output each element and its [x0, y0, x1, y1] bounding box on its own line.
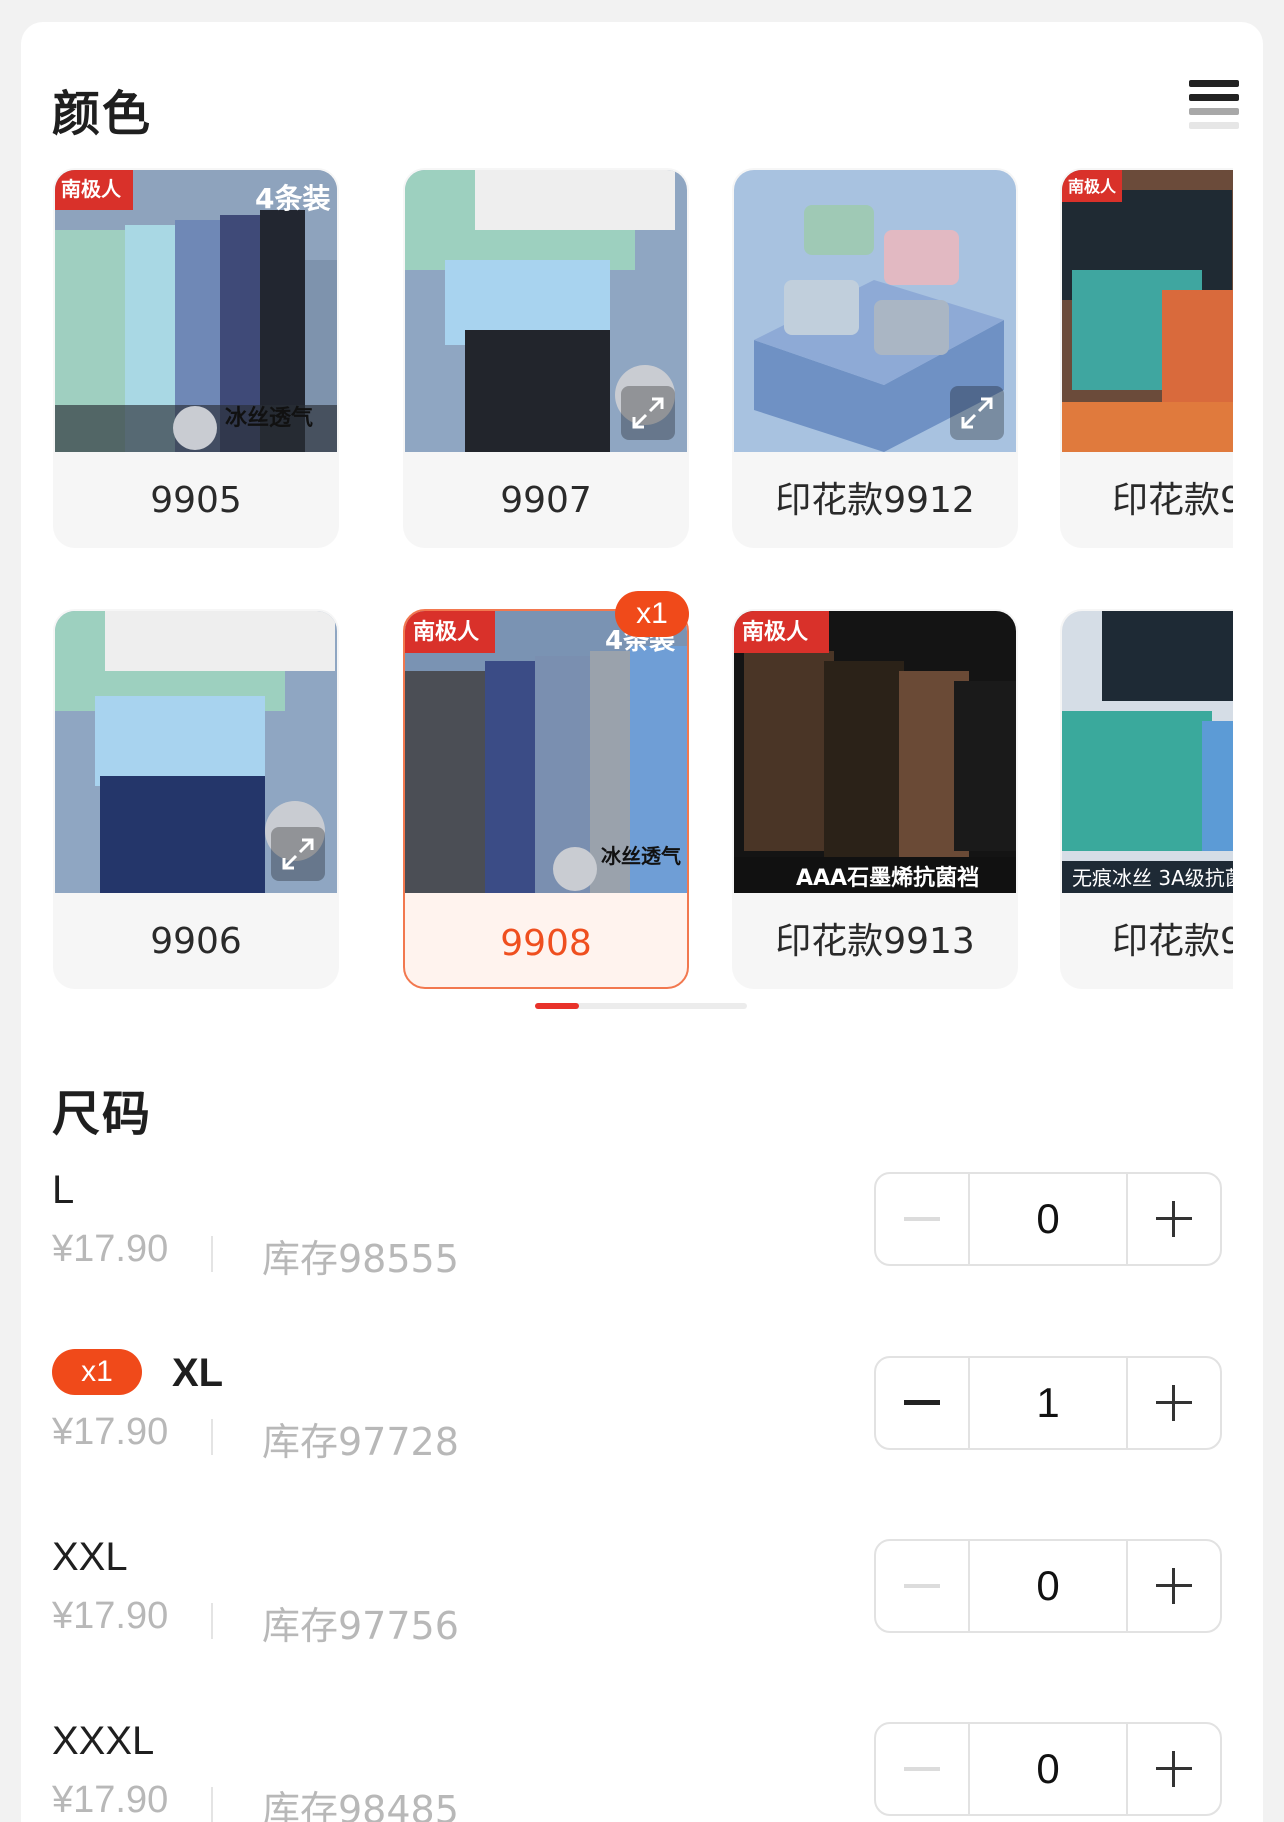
size-name: L — [52, 1168, 75, 1212]
size-price: ¥17.90 — [52, 1411, 169, 1453]
increase-button[interactable] — [1126, 1541, 1220, 1631]
card-brand: 南极人 — [61, 177, 122, 201]
svg-text:南极人: 南极人 — [413, 620, 479, 645]
plus-icon — [1156, 1568, 1192, 1604]
sku-selector-panel: 颜色 4条装 南极人 冰丝透气 9905 9907 印花款9912 南极人 印花… — [21, 22, 1263, 1822]
increase-button[interactable] — [1126, 1174, 1220, 1264]
increase-button[interactable] — [1126, 1724, 1220, 1814]
size-name: XL — [172, 1351, 224, 1395]
variant-label: 9907 — [500, 480, 592, 521]
product-thumbnail — [405, 170, 687, 452]
svg-text:冰丝透气: 冰丝透气 — [601, 844, 681, 868]
plus-icon — [1156, 1201, 1192, 1237]
size-section-title: 尺码 — [52, 1086, 153, 1142]
size-stock: 库存98555 — [262, 1237, 459, 1281]
color-variant-card[interactable]: 9906 — [53, 609, 339, 989]
divider — [211, 1419, 213, 1455]
variant-label: 印花款9913 — [775, 921, 975, 962]
product-thumbnail: 南极人 — [1062, 170, 1233, 452]
decrease-button[interactable] — [876, 1358, 970, 1448]
svg-text:无痕冰丝 3A级抗菌: 无痕冰丝 3A级抗菌 — [1072, 866, 1233, 890]
product-thumbnail: 4条装 南极人 冰丝透气 — [55, 170, 337, 452]
minus-icon — [904, 1584, 940, 1588]
variant-label: 印花款9915 — [1112, 921, 1233, 962]
color-variant-card[interactable]: 南极人 印花款9914 — [1060, 168, 1233, 548]
expand-icon[interactable] — [621, 386, 675, 440]
variant-label: 9906 — [150, 921, 242, 962]
increase-button[interactable] — [1126, 1358, 1220, 1448]
divider — [211, 1236, 213, 1272]
product-thumbnail: 南极人 AAA石墨烯抗菌裆 — [734, 611, 1016, 893]
card-pack-text: 4条装 — [255, 182, 330, 215]
color-variant-card-selected[interactable]: 南极人 4条装 冰丝透气 x1 9908 — [403, 591, 689, 989]
size-price: ¥17.90 — [52, 1228, 169, 1270]
variant-label: 印花款9912 — [775, 480, 975, 521]
decrease-button[interactable] — [876, 1174, 970, 1264]
product-thumbnail: 无痕冰丝 3A级抗菌 — [1062, 611, 1233, 893]
size-name: XXXL — [52, 1719, 155, 1763]
divider — [211, 1603, 213, 1639]
color-variant-card[interactable]: 4条装 南极人 冰丝透气 9905 — [53, 168, 339, 548]
quantity-input[interactable] — [970, 1174, 1126, 1264]
product-thumbnail — [734, 170, 1016, 452]
product-thumbnail: 南极人 4条装 冰丝透气 — [405, 611, 687, 893]
size-price: ¥17.90 — [52, 1595, 169, 1637]
color-variant-card[interactable]: 9907 — [403, 168, 689, 548]
color-variant-grid: 4条装 南极人 冰丝透气 9905 9907 印花款9912 南极人 印花款9 … — [21, 22, 1233, 1022]
svg-text:南极人: 南极人 — [1068, 177, 1117, 196]
decrease-button[interactable] — [876, 1724, 970, 1814]
size-count-badge: x1 — [52, 1349, 142, 1395]
plus-icon — [1156, 1751, 1192, 1787]
size-stock: 库存97756 — [262, 1604, 459, 1648]
color-variant-card[interactable]: 南极人 AAA石墨烯抗菌裆 印花款9913 — [732, 609, 1018, 989]
expand-icon[interactable] — [950, 386, 1004, 440]
product-thumbnail — [55, 611, 337, 893]
pager-active-indicator — [535, 1003, 579, 1009]
card-caption: 冰丝透气 — [225, 405, 313, 431]
quantity-input[interactable] — [970, 1358, 1126, 1448]
divider — [211, 1787, 213, 1822]
minus-icon — [904, 1767, 940, 1771]
variant-label: 9908 — [500, 923, 592, 964]
size-price: ¥17.90 — [52, 1779, 169, 1821]
plus-icon — [1156, 1385, 1192, 1421]
quantity-stepper-xxl — [874, 1539, 1222, 1633]
expand-icon[interactable] — [271, 827, 325, 881]
svg-text:AAA石墨烯抗菌裆: AAA石墨烯抗菌裆 — [796, 865, 979, 891]
color-variant-card[interactable]: 无痕冰丝 3A级抗菌 印花款9915 — [1060, 609, 1233, 989]
svg-text:南极人: 南极人 — [742, 620, 808, 645]
quantity-input[interactable] — [970, 1541, 1126, 1631]
selected-count-badge: x1 — [615, 591, 689, 637]
variant-label: 9905 — [150, 480, 242, 521]
minus-icon — [904, 1400, 940, 1405]
quantity-stepper-xl — [874, 1356, 1222, 1450]
size-stock: 库存98485 — [262, 1788, 459, 1822]
quantity-stepper-l — [874, 1172, 1222, 1266]
quantity-stepper-xxxl — [874, 1722, 1222, 1816]
variant-label: 印花款9914 — [1112, 480, 1233, 521]
quantity-input[interactable] — [970, 1724, 1126, 1814]
size-name: XXL — [52, 1535, 128, 1579]
color-grid-pager[interactable] — [535, 1003, 747, 1009]
minus-icon — [904, 1217, 940, 1221]
decrease-button[interactable] — [876, 1541, 970, 1631]
size-stock: 库存97728 — [262, 1420, 459, 1464]
color-variant-card[interactable]: 印花款9912 — [732, 168, 1018, 548]
